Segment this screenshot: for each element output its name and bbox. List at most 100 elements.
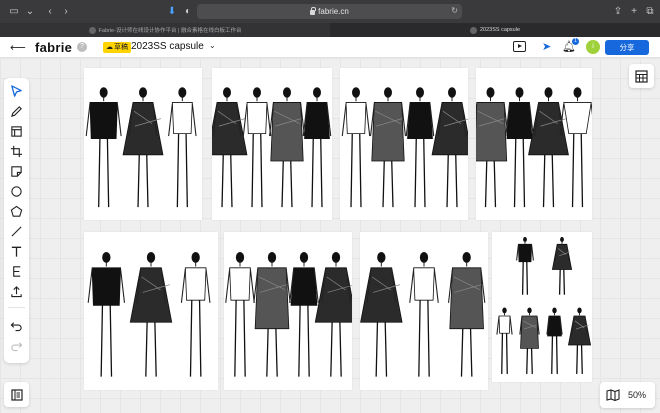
fashion-figure [516, 236, 534, 295]
sketch-card-2[interactable] [212, 68, 332, 220]
redo-icon[interactable] [9, 338, 24, 353]
fashion-figure [447, 251, 486, 377]
text-icon[interactable] [9, 244, 24, 259]
present-icon[interactable] [513, 41, 526, 52]
url-text: fabrie.cn [318, 7, 349, 16]
zoom-level[interactable]: 50% [628, 390, 646, 400]
table-view-button[interactable] [629, 64, 654, 88]
draft-badge[interactable]: ☁ 草稿 [103, 42, 131, 53]
share-button[interactable]: 分享 [605, 40, 649, 55]
line-icon[interactable] [9, 224, 24, 239]
back-arrow-icon[interactable]: ⟵ [10, 41, 26, 54]
upload-icon[interactable] [9, 284, 24, 299]
left-toolbar [4, 78, 29, 363]
chevron-down-icon[interactable]: ⌄ [22, 6, 38, 17]
sidebar-icon[interactable]: ▭ [6, 6, 22, 17]
sketch-illustration [341, 87, 468, 208]
browser-tab-label: Fabrie-设计师在线设计协作平台 | 融合素格在线白板工作台 [98, 28, 242, 34]
download-icon[interactable]: ⬇ [164, 6, 180, 17]
help-icon[interactable]: ? [77, 42, 87, 52]
logo[interactable]: fabrie [35, 40, 72, 55]
toolbar-divider [8, 307, 25, 308]
app-header: ⟵ fabrie ? ☁ 草稿 2023SS capsule ⌄ ➤ 🔔︎ 1 … [0, 37, 660, 58]
new-tab-icon[interactable]: + [626, 6, 642, 17]
fashion-figure [505, 87, 534, 208]
sketch-card-7[interactable] [360, 232, 488, 390]
sketch-illustration [496, 236, 592, 374]
sticky-note-icon[interactable] [9, 164, 24, 179]
sketch-illustration [360, 251, 486, 377]
fashion-figure [180, 251, 211, 377]
tab-overview-icon[interactable]: ⧉ [642, 6, 658, 17]
sketch-illustration [87, 251, 211, 377]
fashion-figure [409, 251, 439, 377]
notification-badge: 1 [572, 38, 579, 45]
fashion-figure [122, 87, 164, 208]
layers-panel-button[interactable] [4, 382, 29, 407]
sketch-card-4[interactable] [476, 68, 592, 220]
fashion-figure [476, 87, 509, 208]
fashion-figure [129, 251, 173, 377]
address-bar[interactable]: fabrie.cn ↻ [197, 4, 462, 19]
fashion-figure [519, 307, 540, 374]
favicon-icon [469, 26, 477, 34]
sketch-illustration [85, 87, 197, 208]
fashion-figure [314, 251, 352, 377]
polygon-icon[interactable] [9, 204, 24, 219]
fashion-figure [87, 251, 126, 377]
sketch-illustration [476, 87, 592, 208]
fashion-figure [269, 87, 305, 208]
table-icon [635, 69, 648, 83]
fashion-figure [567, 307, 592, 374]
browser-tab-bar: Fabrie-设计师在线设计协作平台 | 融合素格在线白板工作台 2023SS … [0, 23, 660, 37]
fashion-figure [370, 87, 406, 208]
connector-icon[interactable] [9, 264, 24, 279]
fashion-figure [431, 87, 468, 208]
circle-icon[interactable] [9, 184, 24, 199]
sketch-illustration [225, 251, 352, 377]
crop-icon[interactable] [9, 144, 24, 159]
fashion-figure [551, 236, 573, 295]
chevron-down-icon[interactable]: ⌄ [209, 41, 216, 50]
fashion-figure [85, 87, 122, 208]
browser-toolbar: ▭ ⌄ ‹ › ⬇ ◐ fabrie.cn ↻ ⇪ + ⧉ [0, 0, 660, 23]
fashion-figure [528, 87, 569, 208]
pen-icon[interactable] [9, 104, 24, 119]
sketch-card-8[interactable] [492, 232, 592, 382]
undo-icon[interactable] [9, 318, 24, 333]
fashion-figure [168, 87, 197, 208]
fashion-figure [360, 251, 403, 377]
shield-icon[interactable]: ◐ [180, 6, 196, 17]
share-icon[interactable]: ⇪ [610, 6, 626, 17]
sketch-illustration [212, 87, 332, 208]
fashion-figure [253, 251, 291, 377]
browser-tab-1[interactable]: Fabrie-设计师在线设计协作平台 | 融合素格在线白板工作台 [0, 23, 330, 37]
fashion-figure [242, 87, 272, 208]
fashion-figure [405, 87, 435, 208]
sketch-card-5[interactable] [84, 232, 218, 390]
select-cursor-icon[interactable] [9, 84, 24, 99]
minimap-icon[interactable] [606, 389, 620, 401]
frame-icon[interactable] [9, 124, 24, 139]
layers-panel-icon [10, 388, 23, 401]
fashion-figure [212, 87, 248, 208]
sketch-card-3[interactable] [340, 68, 468, 220]
browser-tab-label: 2023SS capsule [479, 27, 521, 33]
fashion-figure [546, 307, 563, 374]
fashion-figure [496, 307, 513, 374]
fashion-figure [289, 251, 319, 377]
fashion-figure [302, 87, 332, 208]
reload-icon[interactable]: ↻ [451, 6, 458, 15]
cloud-icon: ☁ [106, 44, 113, 51]
project-title[interactable]: 2023SS capsule [131, 41, 204, 52]
sketch-card-1[interactable] [84, 68, 202, 220]
cursor-follow-icon[interactable]: ➤ [542, 40, 551, 53]
avatar[interactable]: i [586, 40, 600, 54]
sketch-card-6[interactable] [224, 232, 352, 390]
back-icon[interactable]: ‹ [42, 6, 58, 17]
forward-icon[interactable]: › [58, 6, 74, 17]
lock-icon [310, 7, 317, 15]
browser-tab-2[interactable]: 2023SS capsule [330, 23, 660, 37]
fashion-figure [341, 87, 371, 208]
fashion-figure [225, 251, 255, 377]
